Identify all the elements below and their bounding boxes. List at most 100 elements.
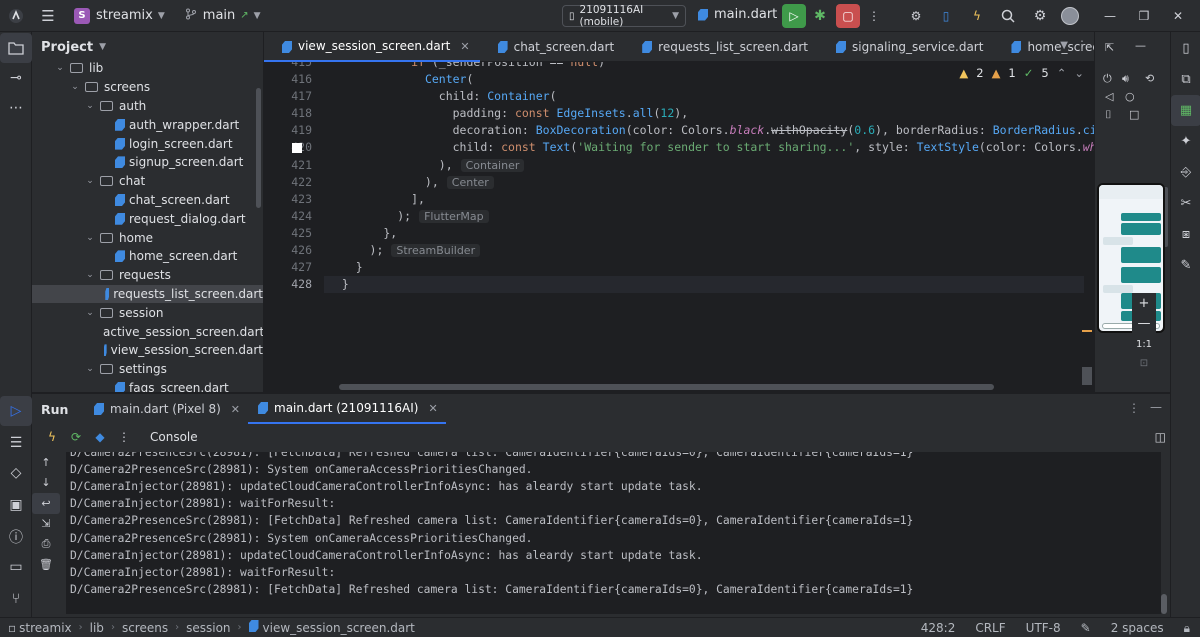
run-config-selector[interactable]: main.dart ▼ — [698, 7, 789, 22]
tree-folder[interactable]: ⌄ chat — [32, 172, 263, 191]
code-line[interactable]: child: const Text('Waiting for sender to… — [328, 140, 1094, 154]
restore-icon[interactable]: ❐ — [1132, 4, 1156, 28]
chevron-down-icon[interactable]: ⌄ — [84, 364, 96, 374]
hot-reload-icon[interactable]: ϟ — [40, 430, 64, 444]
tree-folder[interactable]: ⌄ session — [32, 303, 263, 322]
code-editor[interactable]: 4154164174184194204214224234244254264274… — [264, 62, 1094, 392]
notifications-icon[interactable]: ▯ — [1171, 33, 1200, 64]
terminal-icon[interactable]: ▭ — [0, 552, 32, 582]
close-tab-icon[interactable]: ✕ — [428, 402, 437, 415]
overview-icon[interactable]: □ — [1129, 108, 1139, 121]
close-icon[interactable]: ✕ — [1166, 4, 1190, 28]
power-icon[interactable]: ⏻ — [1103, 72, 1112, 86]
run-tab[interactable]: main.dart (21091116AI) ✕ — [248, 394, 446, 424]
breakpoint-marker[interactable] — [292, 143, 302, 154]
chevron-down-icon[interactable]: ⌄ — [84, 270, 96, 280]
branch-selector[interactable]: main ↗ ▼ — [185, 8, 261, 23]
logcat-icon[interactable]: ▣ — [0, 490, 32, 520]
breadcrumb-item[interactable]: screens — [122, 621, 168, 635]
zoom-out-icon[interactable]: — — [1132, 313, 1156, 333]
code-line[interactable]: if (_senderPosition == null) — [328, 62, 605, 69]
soft-wrap-icon[interactable]: ↩ — [32, 493, 60, 514]
tree-folder[interactable]: ⌄ auth — [32, 97, 263, 116]
more-actions-icon[interactable]: ⋮ — [862, 4, 886, 28]
project-selector[interactable]: S streamix ▼ — [74, 7, 165, 24]
flutter-outline-icon[interactable]: ⧆ — [1171, 219, 1200, 250]
tree-folder[interactable]: ⌄ settings — [32, 360, 263, 379]
code-line[interactable]: Center( — [328, 72, 473, 86]
inspection-widget[interactable]: ▲ 2 ▲ 1 ✓ 5 ⌃ ⌄ — [959, 66, 1084, 80]
editor-tab[interactable]: chat_screen.dart — [480, 32, 625, 62]
code-line[interactable]: ), Container — [328, 158, 525, 172]
device-manager-icon[interactable]: ▯ — [934, 4, 958, 28]
console-scrollbar[interactable] — [1161, 594, 1167, 614]
tree-file[interactable]: signup_screen.dart — [32, 153, 263, 172]
more-icon[interactable]: ⋮ — [112, 430, 136, 444]
code-line[interactable]: padding: const EdgeInsets.all(12), — [328, 106, 689, 120]
close-tab-icon[interactable]: ✕ — [460, 40, 469, 53]
code-line[interactable]: }, — [328, 226, 397, 240]
zoom-actual-size[interactable]: 1:1 — [1132, 334, 1156, 354]
code-line[interactable]: ); FlutterMap — [328, 209, 489, 223]
tree-file[interactable]: active_session_screen.dart — [32, 322, 263, 341]
tree-folder[interactable]: ⌄ requests — [32, 266, 263, 285]
tree-folder[interactable]: ⌄ home — [32, 228, 263, 247]
flutter-inspector-icon[interactable]: ◇ — [0, 458, 32, 488]
structure-icon[interactable]: ☰ — [0, 428, 32, 458]
tabs-overflow-chevron-icon[interactable]: ▼ — [1060, 40, 1068, 51]
breadcrumb-item[interactable]: lib — [90, 621, 104, 635]
project-panel-header[interactable]: Project ▼ — [32, 32, 263, 62]
more-tools-icon[interactable]: ⋯ — [0, 93, 32, 123]
minimize-panel-icon[interactable]: — — [1135, 39, 1146, 52]
device-selector[interactable]: ▯ 21091116AI (mobile) ▼ — [562, 4, 686, 28]
stop-button[interactable]: ▢ — [836, 4, 860, 28]
sdk-manager-icon[interactable]: ⚙ — [904, 4, 928, 28]
commit-tool-icon[interactable]: ⊸ — [0, 63, 32, 93]
main-menu-icon[interactable]: ☰ — [34, 2, 62, 30]
chevron-down-icon[interactable]: ⌄ — [54, 63, 66, 73]
tree-file[interactable]: home_screen.dart — [32, 247, 263, 266]
editor-tab[interactable]: view_session_screen.dart ✕ — [264, 32, 480, 62]
console-output[interactable]: D/Camera2PresenceSrc(28981): [FetchData]… — [66, 452, 1161, 614]
editor-horizontal-scrollbar[interactable] — [339, 384, 994, 390]
scroll-down-icon[interactable]: ↓ — [32, 473, 60, 494]
flutter-performance-icon[interactable]: ✂ — [1171, 188, 1200, 219]
code-line[interactable]: ), Center — [328, 175, 494, 189]
prev-highlight-icon[interactable]: ⌃ — [1057, 66, 1067, 80]
code-line[interactable]: } — [328, 260, 363, 274]
run-button[interactable]: ▷ — [782, 4, 806, 28]
editor-tab[interactable]: requests_list_screen.dart — [624, 32, 818, 62]
tree-file[interactable]: view_session_screen.dart — [32, 341, 263, 360]
close-tab-icon[interactable]: ✕ — [231, 403, 240, 416]
tree-file[interactable]: faqs_screen.dart — [32, 379, 263, 392]
editor-tab[interactable]: signaling_service.dart — [818, 32, 993, 62]
code-line[interactable]: child: Container( — [328, 89, 557, 103]
running-devices-icon[interactable]: ▦ — [1171, 95, 1200, 126]
tree-file[interactable]: chat_screen.dart — [32, 191, 263, 210]
home-icon[interactable]: ○ — [1125, 90, 1135, 103]
line-separator[interactable]: CRLF — [965, 621, 1015, 635]
tree-folder[interactable]: ⌄ lib — [32, 59, 263, 78]
breadcrumb-item[interactable]: session — [186, 621, 230, 635]
hide-panel-icon[interactable]: — — [1150, 400, 1162, 414]
more-options-icon[interactable]: ⋮ — [1128, 401, 1140, 415]
debug-bug-icon[interactable]: ✱ — [808, 4, 832, 28]
device-explorer-icon[interactable]: ⎆ — [1171, 157, 1200, 188]
code-line[interactable]: decoration: BoxDecoration(color: Colors.… — [328, 123, 1094, 137]
tree-file[interactable]: requests_list_screen.dart — [32, 284, 263, 304]
tree-folder[interactable]: ⌄ screens — [32, 78, 263, 97]
rotate-icon[interactable]: ⟲ — [1145, 72, 1154, 85]
avatar[interactable] — [1058, 4, 1082, 28]
scroll-up-icon[interactable]: ↑ — [32, 452, 60, 473]
settings-gear-icon[interactable]: ⚙ — [1028, 4, 1052, 28]
screenshot-icon[interactable]: ⌷ — [1105, 108, 1112, 122]
tree-file[interactable]: request_dialog.dart — [32, 209, 263, 228]
clear-all-icon[interactable]: 🗑︎ — [32, 555, 60, 576]
chevron-down-icon[interactable]: ⌄ — [69, 82, 81, 92]
next-highlight-icon[interactable]: ⌄ — [1074, 66, 1084, 80]
chevron-down-icon[interactable]: ⌄ — [84, 233, 96, 243]
open-external-icon[interactable]: ⇱ — [1105, 41, 1114, 54]
tree-file[interactable]: login_screen.dart — [32, 134, 263, 153]
hot-reload-icon[interactable]: ϟ — [965, 4, 989, 28]
indent-setting[interactable]: 2 spaces — [1101, 621, 1174, 635]
